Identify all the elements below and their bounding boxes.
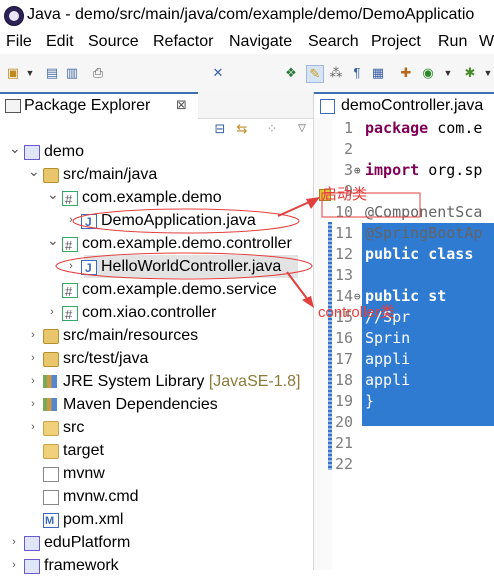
controller-highlight [55, 252, 313, 280]
startup-label-box [321, 192, 421, 218]
demo-application-highlight [72, 208, 300, 234]
startup-arrowhead [306, 197, 320, 209]
controller-arrowhead [302, 296, 314, 308]
annotation-overlay [55, 192, 421, 308]
